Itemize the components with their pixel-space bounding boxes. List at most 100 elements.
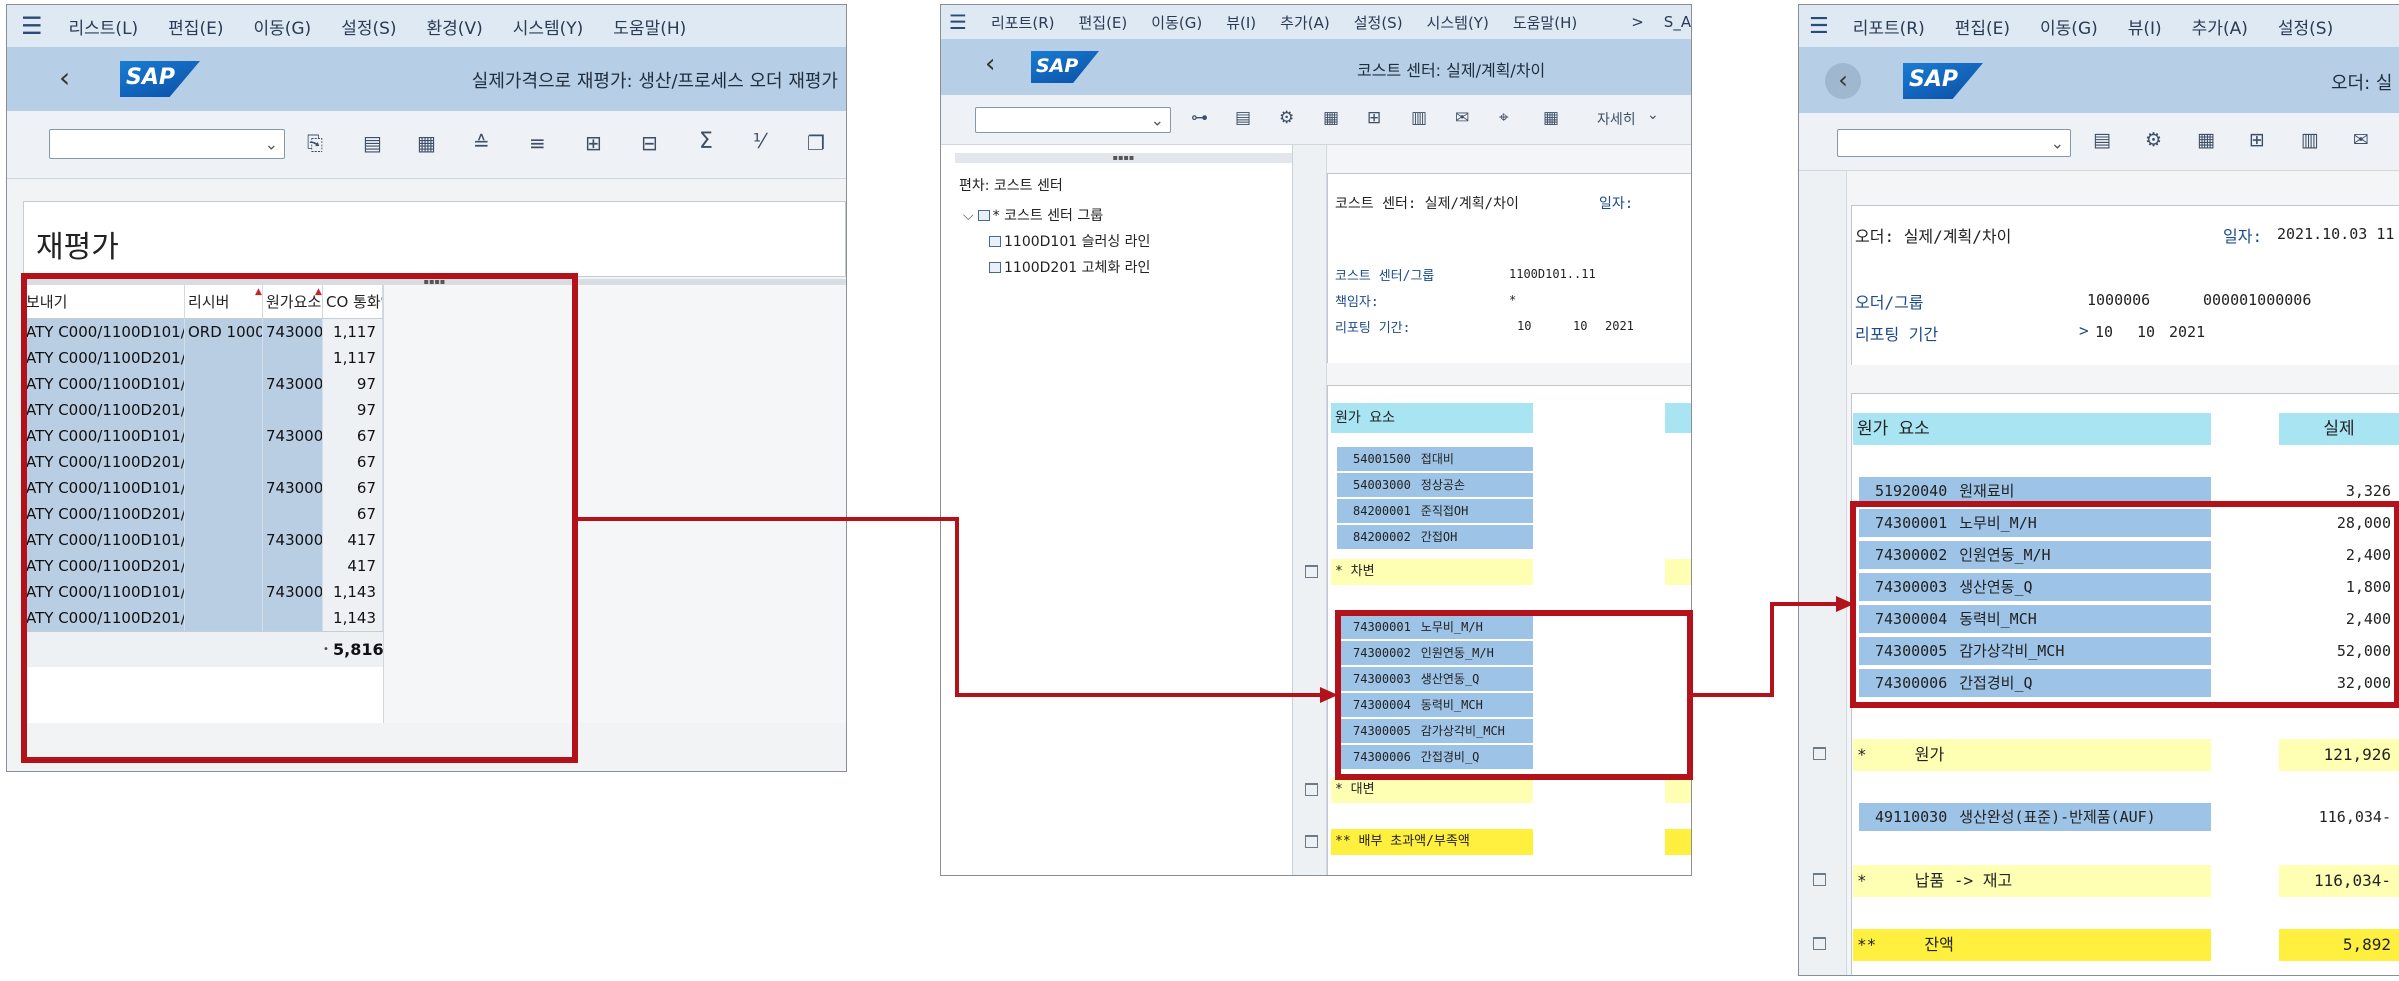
tree-title: 편차: 코스트 센터 [959,178,1063,194]
menu-goto[interactable]: 이동(G) [1151,12,1202,33]
table-icon[interactable]: ▦ [1323,108,1339,128]
menu-system[interactable]: 시스템(Y) [513,14,584,39]
chevron-down-icon[interactable]: ⌄ [1647,107,1659,123]
settings-icon[interactable]: ⚙ [2145,129,2162,151]
debit-item-54003000[interactable]: 54003000 정상공손 [1337,473,1533,497]
sum-icon[interactable]: Σ [699,129,713,154]
cost-element-code: 54001500 [1353,452,1411,466]
debit-item-84200001[interactable]: 84200001 준직접OH [1337,499,1533,523]
back-icon[interactable]: ‹ [1825,63,1861,99]
cost-element-code: 51920040 [1875,482,1948,500]
tree-node-1100d201[interactable]: 1100D201 고체화 라인 [989,257,1150,277]
back-icon[interactable]: ‹ [59,61,70,94]
page-title: 실제가격으로 재평가: 생산/프로세스 오더 재평가 [471,71,838,92]
settings-icon[interactable]: ⚙ [1279,108,1294,128]
document-icon[interactable]: ▤ [2093,129,2111,151]
splitter-handle[interactable]: ▪▪▪▪ [955,153,1292,163]
menu-goto[interactable]: 이동(G) [2040,14,2098,39]
balance-label: ** 잔액 [1853,929,2211,961]
menu-settings[interactable]: 설정(S) [1354,12,1403,33]
menu-system[interactable]: 시스템(Y) [1427,12,1489,33]
comment-icon[interactable] [1813,937,1826,950]
menu-help[interactable]: 도움말(H) [613,14,686,39]
grid-icon[interactable]: ▦ [1543,108,1559,128]
menu-view[interactable]: 뷰(I) [2128,14,2162,39]
cost-element-column-header[interactable]: 원가 요소 [1853,413,2211,445]
layout-dropdown[interactable]: ⌄ [49,129,285,159]
menu-help[interactable]: 도움말(H) [1513,12,1577,33]
order-window: ☰ 리포트(R) 편집(E) 이동(G) 뷰(I) 추가(A) 설정(S) ‹ … [1798,4,2399,976]
menu-settings[interactable]: 설정(S) [2278,14,2333,39]
menu-settings[interactable]: 설정(S) [341,14,396,39]
export-icon[interactable]: ⎘ [307,131,323,155]
sap-logo: SAP [1903,63,1983,99]
table-icon[interactable]: ▦ [2197,129,2215,151]
copy-icon[interactable]: ❐ [807,131,825,155]
mail-icon[interactable]: ✉ [1455,108,1469,128]
chart-icon[interactable]: ▥ [2301,129,2319,151]
menu-edit[interactable]: 편집(E) [168,14,223,39]
menu-environment[interactable]: 환경(V) [427,14,483,39]
cost-element-name: 원재료비 [1959,482,2015,500]
menu-more[interactable]: > [1631,13,1644,31]
comment-icon[interactable] [1305,835,1318,848]
insert-icon[interactable]: ⊞ [585,131,602,155]
align-icon[interactable]: ≙ [473,131,490,155]
menu-extras[interactable]: 추가(A) [2192,14,2248,39]
title-bar: ‹ SAP 오더: 실 [1799,47,2399,113]
tree-node-group[interactable]: ⌵ * 코스트 센터 그룹 [963,205,1103,225]
menu-view[interactable]: 뷰(I) [1226,12,1256,33]
back-icon[interactable]: ‹ [985,49,995,79]
document-icon[interactable]: ▤ [363,131,382,155]
layout-dropdown[interactable]: ⌄ [1837,129,2071,157]
layout-dropdown[interactable]: ⌄ [975,107,1171,133]
chevron-down-icon: ⌄ [264,134,278,154]
menu-extras[interactable]: 추가(A) [1280,12,1330,33]
menu-list[interactable]: 리스트(L) [69,14,139,39]
cost-element-code: 84200001 [1353,504,1411,518]
mail-icon[interactable]: ✉ [2353,129,2369,151]
calendar-icon[interactable]: ⊟ [641,131,658,155]
tree-node-1100d101[interactable]: 1100D101 슬러싱 라인 [989,231,1150,251]
order-item-49110030[interactable]: 49110030 생산완성(표준)-반제품(AUF) [1859,803,2211,831]
debit-value [1665,473,1691,497]
menu-icon[interactable]: ☰ [21,12,43,40]
menu-icon[interactable]: ☰ [949,10,967,34]
actual-cost-column-header[interactable]: 실제 원가 [1665,403,1691,433]
menu-report[interactable]: 리포트(R) [991,12,1055,33]
page-title: 오더: 실 [2331,73,2393,94]
actual-column-header[interactable]: 실제 [2279,413,2399,445]
comment-icon[interactable] [1813,747,1826,760]
debit-item-84200002[interactable]: 84200002 간접OH [1337,525,1533,549]
debit-value [1665,447,1691,471]
chart-icon[interactable]: ▥ [1411,108,1427,128]
cost-element-name: 준직접OH [1420,504,1469,518]
debit-item-54001500[interactable]: 54001500 접대비 [1337,447,1533,471]
menu-edit[interactable]: 편집(E) [1955,14,2010,39]
menu-report[interactable]: 리포트(R) [1853,14,1925,39]
debit-total-label: * 차변 [1331,559,1533,585]
comment-icon[interactable] [1305,565,1318,578]
sap-logo: SAP [120,61,200,97]
cost-element-column-header[interactable]: 원가 요소 [1331,403,1533,433]
menu-edit[interactable]: 편집(E) [1078,12,1127,33]
cost-element-code: 49110030 [1875,808,1948,826]
subtotal-icon[interactable]: ⅟ [753,129,764,153]
debit-value: 32,000 [1665,499,1691,523]
over-under-value [1665,829,1691,855]
chevron-down-icon: ⌄ [1150,110,1164,130]
highlight-revaluation-table [21,273,578,763]
detail-menu-label[interactable]: 자세히 [1597,109,1636,129]
cursor-icon[interactable]: ⌖ [1499,108,1509,128]
menu-goto[interactable]: 이동(G) [253,14,311,39]
insert-icon[interactable]: ⊞ [1367,108,1381,128]
menu-icon[interactable]: ☰ [1809,14,1829,39]
comment-icon[interactable] [1813,873,1826,886]
toolbar: ⌄ ⎘ ▤ ▦ ≙ ≡ ⊞ ⊟ Σ ⅟ ❐ [7,111,846,179]
comment-icon[interactable] [1305,783,1318,796]
filter-icon[interactable]: ≡ [529,131,546,155]
hierarchy-icon[interactable]: ⊶ [1191,108,1208,128]
insert-icon[interactable]: ⊞ [2249,129,2265,151]
document-icon[interactable]: ▤ [1235,108,1251,128]
grid-settings-icon[interactable]: ▦ [417,131,436,155]
